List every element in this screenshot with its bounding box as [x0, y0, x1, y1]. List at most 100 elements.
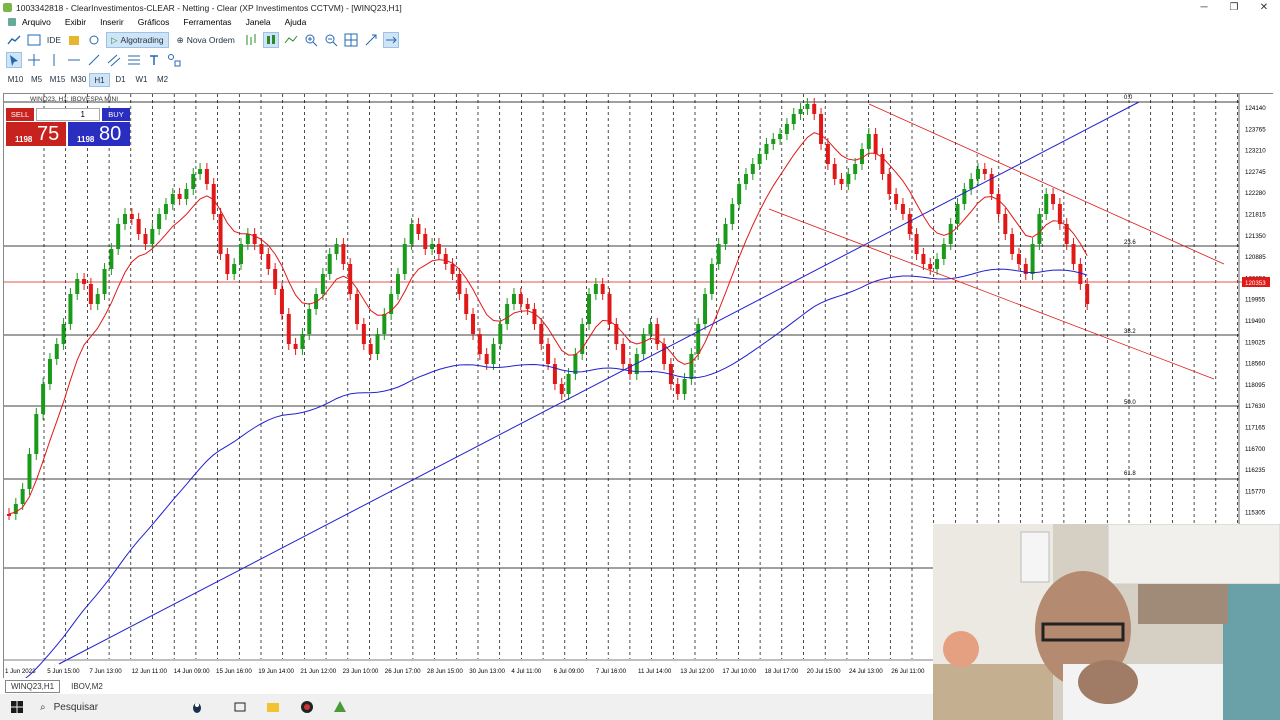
moving-average-blue	[25, 268, 1088, 678]
candle-body	[218, 214, 223, 254]
bird-icon[interactable]	[190, 700, 204, 714]
minimize-button[interactable]: ─	[1188, 0, 1220, 15]
date-label: 18 Jul 17:00	[765, 668, 799, 675]
menu-janela[interactable]: Janela	[246, 17, 271, 27]
vertical-line-icon[interactable]	[46, 52, 62, 68]
fib-label: 61.8	[1124, 471, 1136, 477]
candle-body	[27, 454, 32, 489]
bar-chart-icon[interactable]	[243, 32, 259, 48]
candle-body	[1003, 214, 1008, 234]
shapes-icon[interactable]	[166, 52, 182, 68]
candle-body	[750, 164, 755, 174]
candle-body	[962, 189, 967, 204]
taskbar-search[interactable]: ⌕ Pesquisar	[34, 696, 184, 718]
tf-m2[interactable]: M2	[152, 73, 173, 87]
metatrader-icon[interactable]	[333, 700, 347, 714]
candle-body	[866, 134, 871, 149]
channel-icon[interactable]	[106, 52, 122, 68]
grid-icon[interactable]	[343, 32, 359, 48]
tf-d1[interactable]: D1	[110, 73, 131, 87]
zoom-in-icon[interactable]	[303, 32, 319, 48]
menu-arquivo[interactable]: Arquivo	[22, 17, 51, 27]
price-label: 120885	[1245, 254, 1266, 261]
algotrading-button[interactable]: ▷ Algotrading	[106, 32, 169, 48]
candle-body	[498, 324, 503, 344]
autoscroll-icon[interactable]	[363, 32, 379, 48]
obs-icon[interactable]	[300, 700, 314, 714]
candle-body	[784, 124, 789, 134]
candle-body	[307, 309, 312, 334]
text-icon[interactable]	[146, 52, 162, 68]
trendline-icon[interactable]	[86, 52, 102, 68]
date-label: 6 Jul 09:00	[554, 668, 585, 675]
price-label: 116700	[1245, 446, 1266, 453]
candle-body	[907, 214, 912, 234]
sell-price[interactable]: 1198 75	[6, 122, 66, 146]
candle-body	[743, 174, 748, 184]
candle-body	[327, 254, 332, 274]
tf-m10[interactable]: M10	[5, 73, 26, 87]
menu-inserir[interactable]: Inserir	[100, 17, 124, 27]
tab-ibov-m2[interactable]: IBOV,M2	[66, 681, 108, 692]
candle-body	[846, 174, 851, 184]
zoom-out-icon[interactable]	[323, 32, 339, 48]
ide-button[interactable]: IDE	[46, 32, 62, 48]
candle-body	[682, 379, 687, 394]
task-view-icon[interactable]	[233, 700, 247, 714]
candle-body	[61, 324, 66, 344]
candle-body	[1010, 234, 1015, 254]
candle-body	[1051, 194, 1056, 204]
line-chart-icon[interactable]	[283, 32, 299, 48]
tf-m30[interactable]: M30	[68, 73, 89, 87]
candle-body	[464, 294, 469, 314]
candle-body	[75, 279, 80, 294]
lock-icon[interactable]	[66, 32, 82, 48]
buy-price[interactable]: 1198 80	[68, 122, 130, 146]
candle-body	[163, 204, 168, 214]
chart-type-icon[interactable]	[6, 32, 22, 48]
signal-icon[interactable]	[86, 32, 102, 48]
candle-body	[382, 314, 387, 334]
restore-button[interactable]: ❐	[1218, 0, 1250, 15]
horizontal-line-icon[interactable]	[66, 52, 82, 68]
cursor-icon[interactable]	[6, 52, 22, 68]
fibonacci-icon[interactable]	[126, 52, 142, 68]
candle-body	[68, 294, 73, 324]
menu-ajuda[interactable]: Ajuda	[285, 17, 307, 27]
date-label: 28 Jun 15:00	[427, 668, 463, 675]
main-toolbar: IDE ▷ Algotrading ⊕ Nova Ordem	[0, 30, 1280, 50]
tf-h1[interactable]: H1	[89, 73, 110, 87]
windows-start-icon[interactable]	[10, 700, 24, 714]
candle-body	[157, 214, 162, 229]
candle-body	[559, 384, 564, 394]
file-explorer-icon[interactable]	[266, 700, 280, 714]
candle-body	[900, 204, 905, 214]
candle-body	[109, 249, 114, 269]
candle-chart-icon[interactable]	[262, 32, 279, 48]
fib-label: 23.6	[1124, 240, 1136, 246]
lot-input[interactable]: 1	[36, 108, 100, 121]
template-icon[interactable]	[26, 32, 42, 48]
chart-shift-icon[interactable]	[382, 32, 399, 48]
candle-body	[409, 224, 414, 244]
sell-button[interactable]: SELL	[6, 108, 34, 121]
price-label: 115305	[1245, 510, 1266, 517]
nova-ordem-button[interactable]: ⊕ Nova Ordem	[173, 32, 239, 48]
date-label: 15 Jun 16:00	[216, 668, 252, 675]
candle-body	[239, 244, 244, 264]
tf-w1[interactable]: W1	[131, 73, 152, 87]
tf-m15[interactable]: M15	[47, 73, 68, 87]
candle-body	[245, 234, 250, 244]
close-button[interactable]: ✕	[1248, 0, 1280, 15]
menu-bar: Arquivo Exibir Inserir Gráficos Ferramen…	[0, 15, 1280, 29]
tf-m5[interactable]: M5	[26, 73, 47, 87]
menu-ferramentas[interactable]: Ferramentas	[183, 17, 231, 27]
candle-body	[941, 244, 946, 259]
crosshair-icon[interactable]	[26, 52, 42, 68]
menu-graficos[interactable]: Gráficos	[138, 17, 170, 27]
date-label: 7 Jun 13:00	[89, 668, 122, 675]
buy-button[interactable]: BUY	[102, 108, 130, 121]
menu-exibir[interactable]: Exibir	[65, 17, 86, 27]
date-label: 4 Jul 11:00	[511, 668, 541, 675]
tab-winq23-h1[interactable]: WINQ23,H1	[5, 679, 61, 693]
